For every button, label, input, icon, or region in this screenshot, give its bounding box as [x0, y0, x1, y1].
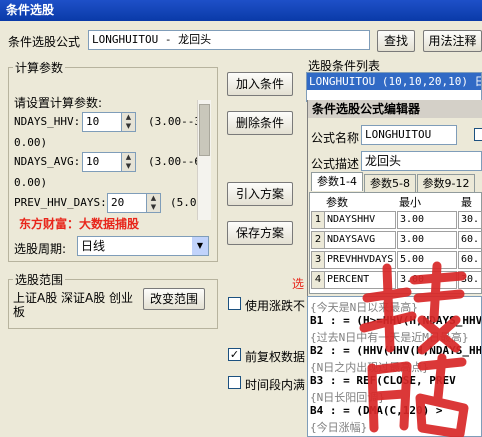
time-range-checkbox[interactable] — [228, 376, 241, 389]
watermark-text: 东方财富：大数据捕股 — [19, 217, 140, 231]
tab-params-1-4[interactable]: 参数1-4 — [311, 172, 363, 191]
param-range-2b: 0.00) — [14, 176, 48, 189]
params-prompt: 请设置计算参数: — [14, 96, 103, 110]
param-range-2a: (3.00--6 — [148, 155, 201, 168]
param-range-1b: 0.00) — [14, 136, 48, 149]
formula-value: LONGHUITOU - 龙回头 — [92, 33, 212, 46]
grid-row-num: 4 — [311, 271, 325, 289]
period-value: 日线 — [81, 239, 106, 253]
spin-up-icon[interactable]: ▲ — [122, 113, 135, 122]
code-line: {N日之内出现过最高点} — [310, 361, 429, 374]
editor-name-field[interactable]: LONGHUITOU — [361, 125, 457, 145]
usage-button[interactable]: 用法注释 — [423, 30, 482, 52]
param-name-1: NDAYS_HHV: — [14, 115, 81, 128]
calc-params-title: 计算参数 — [13, 59, 66, 76]
editor-title: 条件选股公式编辑器 — [308, 100, 482, 118]
code-line: {过去N日中有一天是近M日最高} — [310, 331, 469, 344]
spin-up-icon[interactable]: ▲ — [122, 153, 135, 162]
grid-param-max[interactable]: 30. — [458, 271, 482, 289]
grid-param-min[interactable]: 5.00 — [397, 251, 457, 269]
param-spinner-3[interactable]: ▲ ▼ — [147, 193, 161, 213]
param-input-3[interactable]: 20 — [107, 193, 147, 213]
code-line: {今日涨幅} — [310, 421, 368, 434]
editor-option-checkbox[interactable] — [474, 128, 482, 141]
grid-param-name[interactable]: NDAYSAVG — [324, 231, 396, 249]
cond-list[interactable]: LONGHUITOU (10,10,20,10) 日线 — [306, 72, 482, 102]
formula-label: 条件选股公式 — [8, 35, 81, 49]
forward-adjust-label: 前复权数据 — [245, 350, 306, 364]
grid-header-min: 最小 — [399, 196, 421, 209]
save-scheme-button[interactable]: 保存方案 — [227, 221, 293, 245]
range-text: 上证A股 深证A股 创业板 — [13, 291, 134, 319]
param-name-2: NDAYS_AVG: — [14, 155, 81, 168]
tab-params-9-12[interactable]: 参数9-12 — [417, 174, 475, 192]
grid-row-num: 3 — [311, 251, 325, 269]
option-red-text: 选 — [292, 277, 305, 291]
editor-name-label: 公式名称 — [311, 131, 360, 145]
limit-label: 使用涨跌不 — [245, 299, 306, 313]
grid-row-num: 2 — [311, 231, 325, 249]
grid-param-max[interactable]: 60. — [458, 251, 482, 269]
grid-param-min[interactable]: 3.00 — [397, 231, 457, 249]
param-input-2[interactable]: 10 — [82, 152, 122, 172]
grid-param-min[interactable]: 3.00 — [397, 271, 457, 289]
period-select[interactable]: 日线 ▼ — [77, 236, 209, 256]
param-spinner-2[interactable]: ▲ ▼ — [122, 152, 136, 172]
param-range-1a: (3.00--3 — [148, 115, 201, 128]
find-button[interactable]: 查找 — [377, 30, 415, 52]
chevron-down-icon[interactable]: ▼ — [192, 237, 208, 255]
grid-row-num: 1 — [311, 211, 325, 229]
param-name-3: PREV_HHV_DAYS: — [14, 196, 107, 209]
formula-select[interactable]: LONGHUITOU - 龙回头 — [88, 30, 370, 50]
code-line: B4 : = (DMA(C,120) > — [310, 404, 443, 417]
window-title: 条件选股 — [0, 0, 482, 21]
cond-list-item[interactable]: LONGHUITOU (10,10,20,10) 日线 — [307, 73, 481, 90]
spin-up-icon[interactable]: ▲ — [147, 194, 160, 203]
spin-down-icon[interactable]: ▼ — [147, 203, 160, 212]
editor-desc-field[interactable]: 龙回头 — [361, 151, 482, 171]
grid-header-max: 最大 — [461, 196, 472, 225]
grid-param-name[interactable]: PREVHHVDAYS — [324, 251, 396, 269]
limit-checkbox[interactable] — [228, 297, 241, 310]
spin-down-icon[interactable]: ▼ — [122, 122, 135, 131]
param-range-3a: (5.0 — [170, 196, 197, 209]
condition-stock-window: 条件选股 条件选股公式 LONGHUITOU - 龙回头 查找 用法注释 计算参… — [0, 0, 482, 437]
grid-header-param: 参数 — [326, 196, 348, 209]
code-line: B1 : = (H>=HHV(H,NDAYS_HHV(CL — [310, 314, 482, 327]
range-title: 选股范围 — [13, 271, 66, 288]
param-spinner-1[interactable]: ▲ ▼ — [122, 112, 136, 132]
code-line: {N日长阳回调} — [310, 391, 385, 404]
import-scheme-button[interactable]: 引入方案 — [227, 182, 293, 206]
grid-param-max[interactable]: 30. — [458, 211, 482, 229]
params-scroll-thumb[interactable] — [199, 104, 210, 156]
code-line: B3 : = REF(CLOSE, PREV — [310, 374, 456, 387]
code-line: B2 : = (HHV(HHV(H,NDAYS_HHV — [310, 344, 482, 357]
grid-param-name[interactable]: PERCENT — [324, 271, 396, 289]
time-range-label: 时间段内满 — [245, 378, 306, 392]
params-scrollbar[interactable] — [197, 100, 211, 220]
delete-condition-button[interactable]: 删除条件 — [227, 111, 293, 135]
formula-code-editor[interactable]: {今天是N日以来最高} B1 : = (H>=HHV(H,NDAYS_HHV(C… — [307, 296, 482, 437]
tab-params-5-8[interactable]: 参数5-8 — [364, 174, 416, 192]
grid-param-min[interactable]: 3.00 — [397, 211, 457, 229]
period-label: 选股周期: — [14, 242, 67, 256]
change-range-button[interactable]: 改变范围 — [143, 288, 205, 310]
forward-adjust-checkbox[interactable]: ✓ — [228, 348, 241, 361]
editor-desc-label: 公式描述 — [311, 157, 360, 171]
grid-param-max[interactable]: 60. — [458, 231, 482, 249]
code-line: {今天是N日以来最高} — [310, 301, 418, 314]
grid-param-name[interactable]: NDAYSHHV — [324, 211, 396, 229]
spin-down-icon[interactable]: ▼ — [122, 162, 135, 171]
add-condition-button[interactable]: 加入条件 — [227, 72, 293, 96]
param-input-1[interactable]: 10 — [82, 112, 122, 132]
